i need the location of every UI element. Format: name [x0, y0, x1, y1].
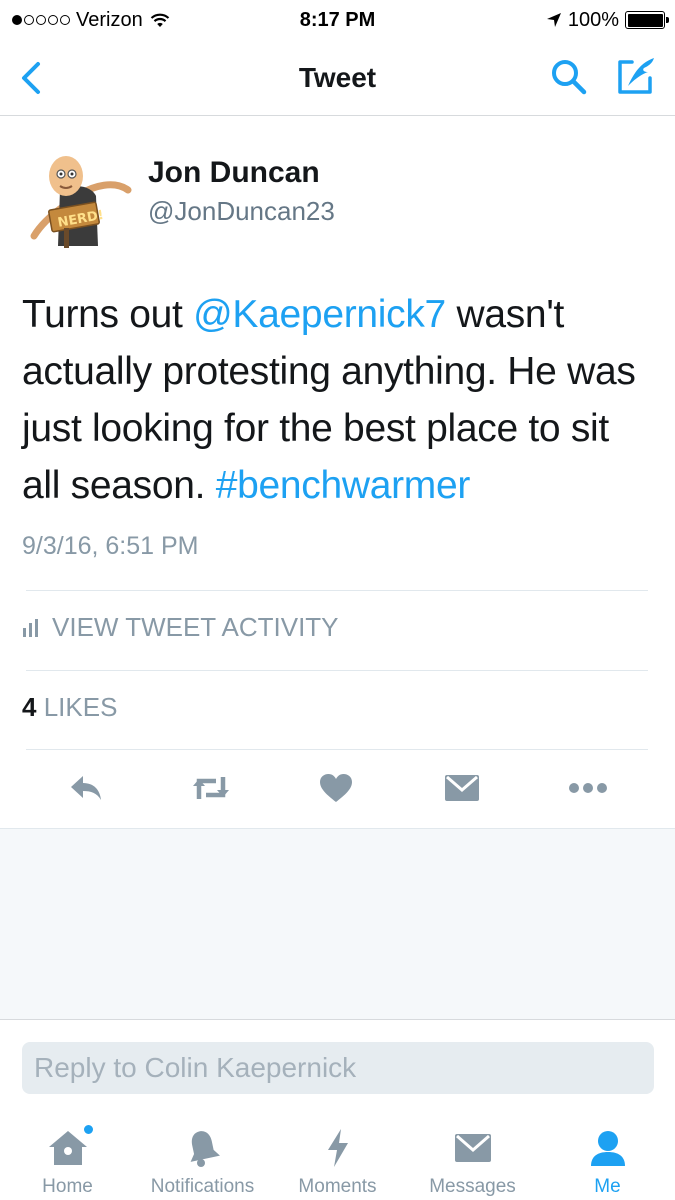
tab-label: Me — [594, 1176, 621, 1197]
reply-icon — [71, 776, 101, 800]
tab-moments[interactable]: Moments — [270, 1110, 405, 1200]
likes-number: 4 — [22, 692, 37, 722]
compose-tweet-icon[interactable] — [612, 54, 658, 98]
battery-percent: 100% — [567, 8, 619, 31]
lightning-icon — [316, 1126, 360, 1170]
divider — [26, 590, 648, 591]
home-icon — [46, 1124, 94, 1170]
battery-icon — [625, 11, 669, 29]
direct-message-button[interactable] — [440, 766, 484, 810]
activity-label: VIEW TWEET ACTIVITY — [52, 612, 339, 642]
author-handle[interactable]: @JonDuncan23 — [148, 196, 335, 227]
divider — [26, 670, 648, 671]
replies-area — [0, 828, 675, 1020]
likes-label: LIKES — [43, 692, 118, 722]
avatar[interactable]: NERD! — [24, 150, 134, 250]
nav-bar: Tweet — [0, 40, 675, 116]
tab-home[interactable]: Home — [0, 1110, 135, 1200]
like-button[interactable] — [314, 766, 358, 810]
more-options-button[interactable] — [566, 766, 610, 810]
tweet-text-prefix: Turns out — [22, 293, 194, 336]
hashtag-link[interactable]: #benchwarmer — [216, 464, 471, 507]
tweet-timestamp: 9/3/16, 6:51 PM — [22, 532, 199, 560]
tab-notifications[interactable]: Notifications — [135, 1110, 270, 1200]
person-icon — [586, 1126, 630, 1170]
status-left: Verizon — [12, 9, 171, 32]
search-icon[interactable] — [548, 56, 590, 98]
tab-messages[interactable]: Messages — [405, 1110, 540, 1200]
tab-label: Moments — [298, 1176, 377, 1197]
wifi-icon — [150, 13, 169, 27]
view-tweet-activity-button[interactable]: VIEW TWEET ACTIVITY — [22, 612, 339, 643]
reply-button[interactable] — [64, 766, 108, 810]
tweet-actions — [0, 766, 675, 814]
envelope-icon — [451, 1126, 495, 1170]
tweet-text: Turns out @Kaepernick7 wasn't actually p… — [22, 286, 652, 514]
likes-count-link[interactable]: 4 LIKES — [22, 692, 117, 723]
divider — [26, 749, 648, 750]
tab-me[interactable]: Me — [540, 1110, 675, 1200]
bell-icon — [181, 1126, 225, 1170]
location-arrow-icon — [546, 13, 561, 27]
heart-icon — [320, 774, 352, 802]
signal-strength-icon — [12, 15, 70, 25]
carrier-label: Verizon — [76, 8, 143, 31]
envelope-icon — [445, 775, 479, 801]
notification-dot — [82, 1124, 94, 1135]
reply-input[interactable]: Reply to Colin Kaepernick — [22, 1042, 654, 1094]
tab-label: Messages — [429, 1176, 516, 1197]
status-bar: Verizon 8:17 PM 100% — [0, 0, 675, 40]
tab-bar: Home Notifications Moments Messages Me — [0, 1110, 675, 1200]
tab-label: Home — [42, 1176, 93, 1197]
bar-chart-icon — [23, 618, 38, 637]
status-right: 100% — [546, 8, 669, 32]
more-icon — [569, 783, 607, 793]
tab-label: Notifications — [150, 1176, 255, 1197]
retweet-icon — [193, 777, 229, 799]
retweet-button[interactable] — [189, 766, 233, 810]
author-name[interactable]: Jon Duncan — [148, 156, 320, 190]
mention-link[interactable]: @Kaepernick7 — [193, 293, 446, 336]
